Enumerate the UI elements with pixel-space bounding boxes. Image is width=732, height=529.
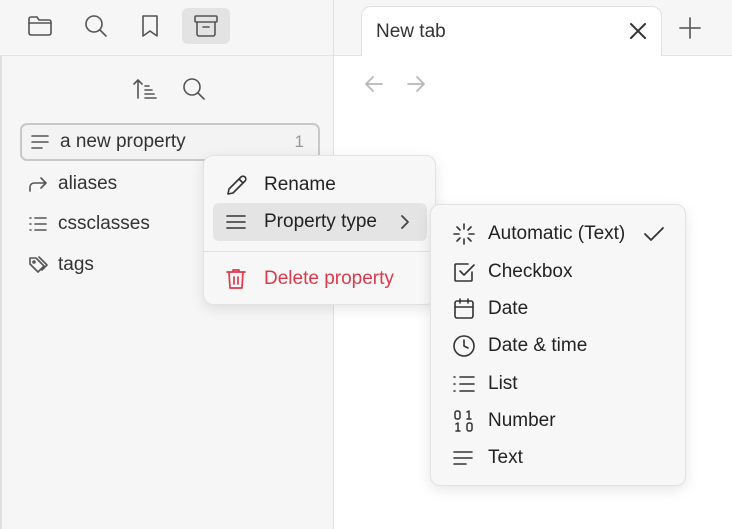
type-option-label: Date (488, 297, 529, 319)
property-type-label: Property type (264, 211, 377, 232)
folder-icon (28, 16, 52, 36)
plus-icon[interactable] (678, 16, 702, 40)
files-button[interactable] (16, 8, 64, 44)
clock-icon (452, 334, 478, 358)
search-icon (183, 78, 205, 100)
type-option-label: Automatic (Text) (488, 222, 626, 244)
forward-arrow-icon (28, 175, 54, 193)
chevron-right-icon (401, 215, 409, 229)
arrow-right-icon[interactable] (405, 73, 427, 95)
type-option-checkbox[interactable]: Checkbox (441, 253, 677, 290)
text-lines-icon (30, 133, 56, 151)
rename-menu-item[interactable]: Rename (213, 166, 427, 204)
tab-new-tab[interactable]: New tab (361, 6, 662, 56)
archive-icon (194, 15, 218, 37)
delete-property-label: Delete property (264, 268, 394, 289)
type-option-label: Text (488, 446, 523, 468)
close-icon[interactable] (627, 20, 649, 42)
checkbox-icon (452, 260, 478, 284)
delete-property-menu-item[interactable]: Delete property (213, 260, 427, 298)
bookmarks-button[interactable] (126, 8, 174, 44)
property-label: a new property (60, 131, 186, 152)
sparkle-icon (452, 222, 478, 246)
text-lines-icon (225, 212, 251, 232)
type-option-label: Date & time (488, 334, 588, 356)
type-option-date[interactable]: Date (441, 290, 677, 327)
list-icon (452, 373, 478, 395)
search-button[interactable] (72, 8, 120, 44)
sidebar-search-button[interactable] (180, 75, 208, 103)
property-context-menu: Rename Property type Delete property (203, 155, 436, 305)
properties-button[interactable] (182, 8, 230, 44)
type-option-label: Checkbox (488, 260, 573, 282)
type-option-text[interactable]: Text (441, 439, 677, 476)
list-icon (28, 215, 54, 233)
property-label: tags (58, 254, 94, 275)
type-option-automatic[interactable]: Automatic (Text) (441, 215, 677, 252)
property-type-menu-item[interactable]: Property type (213, 203, 427, 241)
tags-icon (28, 255, 54, 275)
text-lines-icon (452, 448, 478, 468)
rename-label: Rename (264, 174, 336, 195)
property-label: cssclasses (58, 213, 150, 234)
property-type-submenu: Automatic (Text) Checkbox Date Date & ti… (430, 204, 686, 486)
type-option-number[interactable]: Number (441, 402, 677, 439)
menu-separator (204, 251, 435, 252)
sort-icon (133, 79, 157, 99)
checkmark-icon (644, 226, 664, 241)
property-label: aliases (58, 173, 118, 194)
calendar-icon (452, 297, 478, 321)
search-icon (85, 15, 107, 37)
type-option-date-time[interactable]: Date & time (441, 327, 677, 364)
type-option-label: Number (488, 409, 556, 431)
tab-title: New tab (376, 21, 446, 42)
trash-icon (225, 267, 251, 291)
binary-icon (452, 409, 478, 433)
pencil-icon (225, 173, 251, 197)
type-option-list[interactable]: List (441, 365, 677, 402)
arrow-left-icon[interactable] (363, 73, 385, 95)
property-count: 1 (294, 132, 304, 151)
bookmark-icon (142, 15, 158, 37)
type-option-label: List (488, 372, 518, 394)
left-toolbar (0, 0, 334, 56)
sort-button[interactable] (131, 75, 159, 103)
